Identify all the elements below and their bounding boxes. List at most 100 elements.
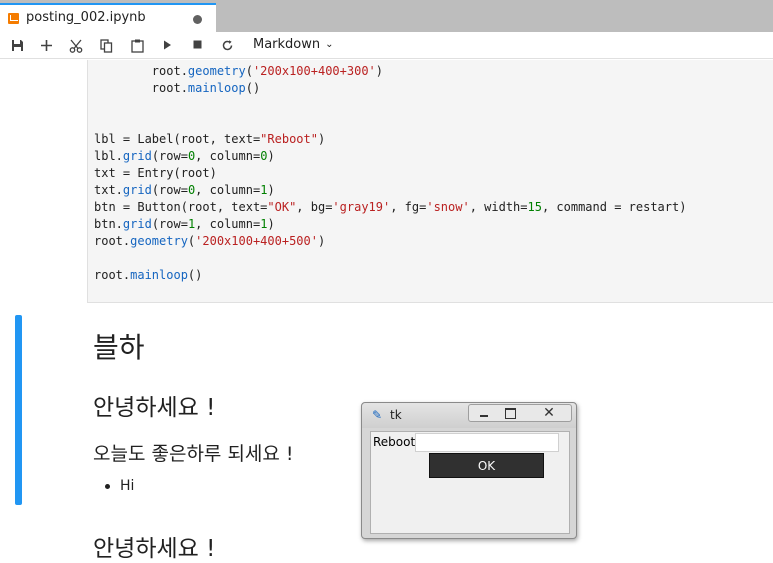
reboot-entry[interactable] xyxy=(415,433,559,452)
stop-icon xyxy=(193,40,201,49)
notebook-tab[interactable]: posting_002.ipynb xyxy=(0,3,216,32)
code-token: '200x100+400+300' xyxy=(252,64,376,78)
code-line: root.geometry('200x100+400+300') xyxy=(94,63,686,80)
tk-window[interactable]: ✎ tk ✕ Reboot OK xyxy=(361,402,577,539)
code-token: geometry xyxy=(130,234,188,248)
tk-client-area: Reboot OK xyxy=(370,431,570,534)
run-button[interactable] xyxy=(157,36,177,56)
code-token: , column= xyxy=(195,149,261,163)
markdown-heading-1: 블하 xyxy=(93,331,145,364)
chevron-down-icon: ⌄ xyxy=(325,39,334,50)
cell-type-dropdown[interactable]: Markdown ⌄ xyxy=(253,37,334,52)
code-token: grid xyxy=(122,149,152,163)
code-token: btn. xyxy=(94,217,123,231)
reboot-label: Reboot xyxy=(373,435,416,449)
add-cell-icon xyxy=(40,40,52,51)
code-token: root. xyxy=(94,234,131,248)
unsaved-indicator-icon[interactable] xyxy=(193,15,202,24)
code-line: txt = Entry(root) xyxy=(94,165,686,182)
minimize-icon[interactable] xyxy=(475,405,493,421)
tab-bar: posting_002.ipynb xyxy=(0,0,773,32)
code-line: btn = Button(root, text="OK", bg='gray19… xyxy=(94,199,686,216)
cell-type-value: Markdown xyxy=(253,37,321,52)
active-cell-indicator xyxy=(15,315,22,505)
copy-button[interactable] xyxy=(96,36,116,56)
paste-button[interactable] xyxy=(127,36,147,56)
code-token: , bg= xyxy=(296,200,333,214)
copy-icon xyxy=(99,39,112,53)
code-line: txt.grid(row=0, column=1) xyxy=(94,182,686,199)
add-cell-button[interactable] xyxy=(36,36,56,56)
code-token: lbl. xyxy=(94,149,123,163)
code-line: btn.grid(row=1, column=1) xyxy=(94,216,686,233)
restart-icon xyxy=(222,40,232,51)
code-token: , width= xyxy=(469,200,528,214)
notebook-toolbar: Markdown ⌄ xyxy=(0,32,773,59)
tk-window-title: tk xyxy=(390,408,402,422)
code-token: mainloop xyxy=(130,268,188,282)
window-controls: ✕ xyxy=(468,404,572,422)
code-token: "OK" xyxy=(267,200,297,214)
code-token: txt = Entry(root) xyxy=(94,166,217,180)
code-token: , fg= xyxy=(390,200,427,214)
markdown-heading-2: 안녕하세요 ! xyxy=(93,395,216,421)
code-token: grid xyxy=(122,183,152,197)
ok-button[interactable]: OK xyxy=(429,453,544,478)
save-icon xyxy=(11,40,23,51)
code-token: 'snow' xyxy=(426,200,470,214)
list-item: Hi xyxy=(104,478,135,494)
code-token: , column= xyxy=(195,217,261,231)
cut-icon xyxy=(69,39,83,53)
maximize-icon[interactable] xyxy=(501,405,519,421)
code-line: lbl.grid(row=0, column=0) xyxy=(94,148,686,165)
code-token: btn = Button(root, text= xyxy=(94,200,268,214)
code-token: , command = restart) xyxy=(541,200,687,214)
stop-button[interactable] xyxy=(187,36,207,56)
run-icon xyxy=(164,40,171,50)
code-token: ) xyxy=(267,217,275,231)
code-token: ) xyxy=(317,132,326,146)
code-token: '200x100+400+500' xyxy=(195,234,318,248)
code-token: geometry xyxy=(187,64,246,78)
code-token: ) xyxy=(375,64,384,78)
save-button[interactable] xyxy=(7,36,27,56)
code-token: 'gray19' xyxy=(332,200,391,214)
code-token: ) xyxy=(267,149,275,163)
code-line: root.geometry('200x100+400+500') xyxy=(94,233,686,250)
code-token: grid xyxy=(122,217,152,231)
restart-button[interactable] xyxy=(217,36,237,56)
cut-button[interactable] xyxy=(66,36,86,56)
code-token: (row= xyxy=(151,149,188,163)
code-token: "Reboot" xyxy=(260,132,318,146)
code-token: , column= xyxy=(195,183,261,197)
markdown-heading-2-second: 안녕하세요 ! xyxy=(93,536,216,562)
code-token: mainloop xyxy=(187,81,246,95)
code-token: txt. xyxy=(94,183,123,197)
code-cell[interactable]: root.geometry('200x100+400+300') root.ma… xyxy=(87,60,773,303)
code-token: root. xyxy=(94,81,188,95)
code-token: root. xyxy=(94,64,188,78)
paste-icon xyxy=(130,39,144,53)
code-editor[interactable]: root.geometry('200x100+400+300') root.ma… xyxy=(94,63,686,284)
code-token: ) xyxy=(317,234,326,248)
close-icon[interactable]: ✕ xyxy=(529,405,569,421)
code-token: (row= xyxy=(151,217,188,231)
code-line: root.mainloop() xyxy=(94,80,686,97)
code-token: (row= xyxy=(151,183,188,197)
notebook-icon xyxy=(8,13,19,24)
code-token: root. xyxy=(94,268,131,282)
code-token: ( xyxy=(245,64,253,78)
code-token: lbl = Label(root, text= xyxy=(94,132,261,146)
tab-title: posting_002.ipynb xyxy=(26,10,146,25)
code-token: ) xyxy=(267,183,275,197)
feather-icon: ✎ xyxy=(372,408,383,422)
markdown-heading-3: 오늘도 좋은하루 되세요 ! xyxy=(93,443,294,465)
code-line: root.mainloop() xyxy=(94,267,686,284)
code-token: 15 xyxy=(527,200,542,214)
code-line: lbl = Label(root, text="Reboot") xyxy=(94,131,686,148)
tk-titlebar[interactable]: ✎ tk ✕ xyxy=(362,403,576,428)
code-token: () xyxy=(245,81,261,95)
